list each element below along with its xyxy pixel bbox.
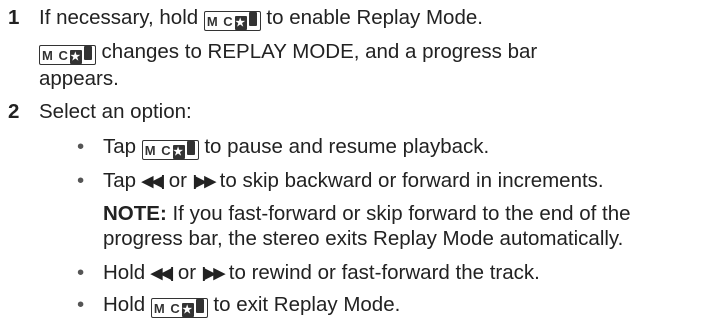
step-1-line-2-text: changes to REPLAY MODE, and a progress b… (101, 40, 538, 63)
star-icon: ★ (234, 16, 247, 30)
step-number-1: 1 (8, 6, 20, 29)
bullet: • (77, 293, 85, 316)
option-2-verb: Tap (103, 169, 137, 192)
option-1-text: to pause and resume playback. (204, 135, 490, 158)
option-rewind-ff: Hold ◀◀| or |▶▶ to rewind or fast-forwar… (103, 260, 540, 287)
option-exit-replay: Hold M C ★ to exit Replay Mode. (103, 292, 400, 318)
skip-forward-icon: |▶▶ (192, 173, 216, 190)
bullet: • (77, 261, 85, 284)
skip-back-icon: ◀◀| (150, 265, 174, 282)
option-3-text: to rewind or fast-forward the track. (228, 261, 540, 284)
bar-icon (83, 46, 92, 60)
note-label: NOTE: (103, 202, 167, 225)
option-3-verb: Hold (103, 261, 146, 284)
bar-icon (186, 141, 195, 155)
replay-mode-button-icon: M C ★ (141, 140, 199, 160)
step-1-line-3: appears. (39, 67, 119, 90)
bar-icon (195, 299, 204, 313)
option-pause-resume: Tap M C ★ to pause and resume playback. (103, 134, 489, 160)
option-1-verb: Tap (103, 135, 137, 158)
step-1-line-2: M C ★ changes to REPLAY MODE, and a progr… (39, 39, 537, 65)
option-2-text: to skip backward or forward in increment… (219, 169, 604, 192)
option-2-or: or (168, 169, 187, 192)
step-2-text: Select an option: (39, 100, 192, 123)
option-4-verb: Hold (103, 293, 146, 316)
note-text-1: If you fast-forward or skip forward to t… (172, 202, 631, 225)
option-skip: Tap ◀◀| or |▶▶ to skip backward or forwa… (103, 168, 604, 195)
bar-icon (248, 12, 257, 26)
option-3-or: or (177, 261, 197, 284)
bullet: • (77, 135, 85, 158)
bullet: • (77, 169, 85, 192)
replay-mode-button-icon: M C ★ (203, 11, 261, 31)
skip-back-icon: ◀◀| (141, 173, 165, 190)
replay-mode-button-icon: M C ★ (39, 45, 96, 65)
star-icon: ★ (181, 303, 194, 317)
option-4-text: to exit Replay Mode. (213, 293, 401, 316)
skip-forward-icon: |▶▶ (201, 265, 225, 282)
note-line-2: progress bar, the stereo exits Replay Mo… (103, 227, 624, 250)
star-icon: ★ (69, 50, 82, 64)
step-1-text-after: to enable Replay Mode. (266, 6, 483, 29)
step-1-text-before: If necessary, hold (39, 6, 199, 29)
step-1-line-1: If necessary, hold M C ★ to enable Replay… (39, 5, 483, 31)
instructions-document: 1 If necessary, hold M C ★ to enable Repl… (0, 0, 708, 323)
star-icon: ★ (172, 145, 185, 159)
replay-mode-button-icon: M C ★ (150, 298, 208, 318)
note-line-1: NOTE: If you fast-forward or skip forwar… (103, 201, 631, 227)
step-number-2: 2 (8, 100, 20, 123)
